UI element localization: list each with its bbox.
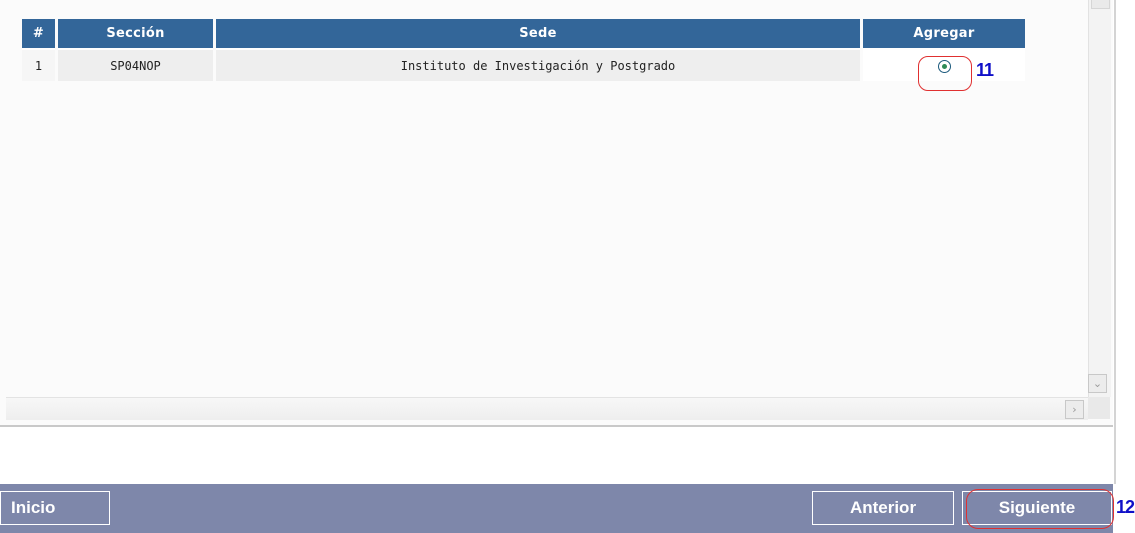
inicio-button[interactable]: Inicio — [0, 491, 110, 525]
header-seccion: Sección — [58, 19, 213, 48]
header-agregar: Agregar — [863, 19, 1025, 48]
results-panel: # Sección Sede Agregar 1 SP04NOP Institu… — [0, 0, 1113, 427]
annotation-oval-radio — [918, 56, 972, 91]
sections-table: # Sección Sede Agregar 1 SP04NOP Institu… — [19, 19, 1028, 81]
annotation-oval-siguiente — [966, 489, 1114, 529]
vertical-scrollbar[interactable] — [1088, 0, 1111, 397]
table-row: 1 SP04NOP Instituto de Investigación y P… — [22, 48, 1025, 81]
chevron-right-icon[interactable]: › — [1065, 400, 1084, 419]
navigation-bar: Inicio Anterior Siguiente — [0, 484, 1113, 533]
chevron-down-icon[interactable]: ⌄ — [1088, 374, 1107, 393]
scrollbar-corner — [1088, 397, 1110, 419]
anterior-button[interactable]: Anterior — [812, 491, 954, 525]
frame-border — [1114, 0, 1116, 484]
header-sede: Sede — [216, 19, 860, 48]
annotation-step-11: 11 — [976, 60, 994, 80]
header-num: # — [22, 19, 55, 48]
horizontal-scrollbar[interactable] — [6, 397, 1088, 420]
scrollbar-thumb[interactable] — [1091, 0, 1110, 9]
table-header-row: # Sección Sede Agregar — [22, 19, 1025, 48]
row-seccion: SP04NOP — [58, 48, 213, 81]
annotation-step-12: 12 — [1116, 497, 1135, 517]
row-num: 1 — [22, 48, 55, 81]
row-sede: Instituto de Investigación y Postgrado — [216, 48, 860, 81]
